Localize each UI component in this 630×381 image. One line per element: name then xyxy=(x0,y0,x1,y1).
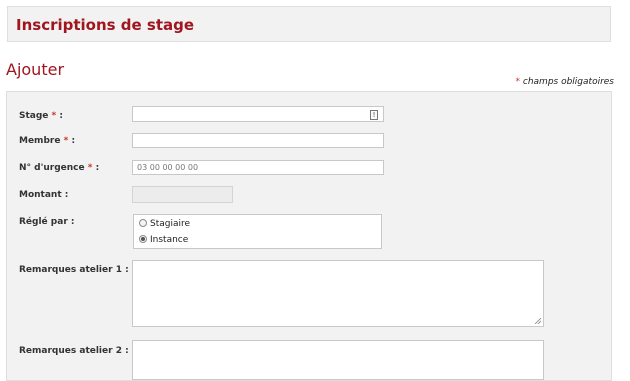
stage-label: Stage * : xyxy=(19,111,63,121)
radio-stagiaire-control[interactable] xyxy=(139,219,147,227)
required-note-text: champs obligatoires xyxy=(522,77,614,87)
required-star: * xyxy=(51,111,57,121)
page-title: Inscriptions de stage xyxy=(16,16,195,34)
radio-option-stagiaire[interactable]: Stagiaire xyxy=(139,219,190,229)
label-colon: : xyxy=(59,111,64,121)
page-header: Inscriptions de stage xyxy=(7,6,611,42)
regle-par-group: Stagiaire Instance xyxy=(133,214,382,249)
urgence-label-text: N° d'urgence xyxy=(19,163,85,173)
urgence-label: N° d'urgence * : xyxy=(19,163,99,173)
remarques2-label: Remarques atelier 2 : xyxy=(19,346,129,356)
required-fields-note: * champs obligatoires xyxy=(516,77,614,87)
resize-grip-icon[interactable] xyxy=(535,318,541,324)
label-colon: : xyxy=(71,136,76,146)
radio-instance-label: Instance xyxy=(150,235,189,245)
urgence-input[interactable]: 03 00 00 00 00 xyxy=(132,160,384,175)
montant-label: Montant : xyxy=(19,190,69,200)
radio-option-instance[interactable]: Instance xyxy=(139,235,188,245)
label-colon: : xyxy=(95,163,100,173)
required-star: * xyxy=(515,77,521,87)
remarques1-textarea[interactable] xyxy=(132,260,544,327)
required-star: * xyxy=(87,163,93,173)
required-star: * xyxy=(63,136,69,146)
remarques2-textarea[interactable] xyxy=(132,340,544,380)
montant-input xyxy=(132,186,233,203)
stage-input[interactable]: ! xyxy=(132,106,384,122)
regle-par-label: Réglé par : xyxy=(19,217,75,227)
remarques1-label: Remarques atelier 1 : xyxy=(19,265,129,275)
radio-instance-control[interactable] xyxy=(139,235,147,243)
membre-input[interactable] xyxy=(132,133,384,148)
radio-stagiaire-label: Stagiaire xyxy=(150,219,191,229)
stage-picker-icon[interactable]: ! xyxy=(370,110,378,120)
section-title: Ajouter xyxy=(6,60,65,79)
urgence-placeholder: 03 00 00 00 00 xyxy=(137,163,199,172)
membre-label-text: Membre xyxy=(19,136,61,146)
membre-label: Membre * : xyxy=(19,136,75,146)
stage-label-text: Stage xyxy=(19,111,49,121)
